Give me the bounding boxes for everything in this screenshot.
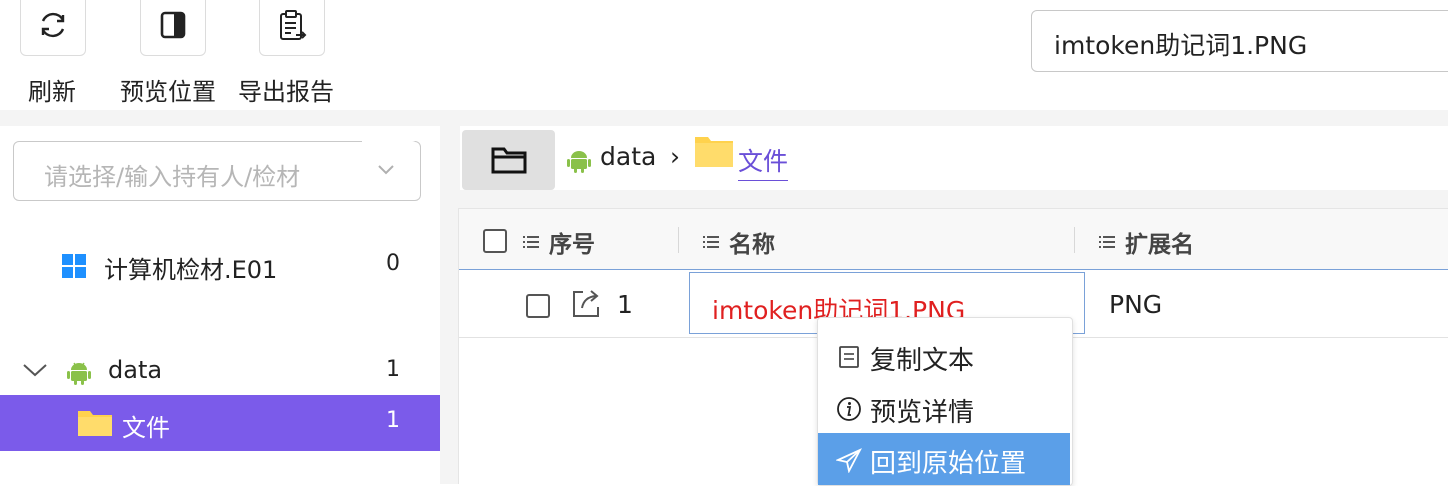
row-index: 1 xyxy=(617,290,633,319)
row-checkbox[interactable] xyxy=(526,294,550,318)
info-icon xyxy=(837,397,861,421)
export-report-label: 导出报告 xyxy=(238,78,334,106)
android-icon xyxy=(67,362,91,385)
owner-select[interactable]: 请选择/输入持有人/检材 xyxy=(13,141,421,201)
tree-item-files[interactable]: 文件 1 xyxy=(0,395,440,451)
tree-item-count: 1 xyxy=(386,408,400,433)
tree-item-label: data xyxy=(108,356,163,384)
folder-outline-icon xyxy=(491,147,526,174)
context-menu: 复制文本 预览详情 回到原始位置 xyxy=(817,317,1073,486)
android-icon xyxy=(567,151,591,173)
tree-item-data[interactable]: data 1 xyxy=(0,344,440,400)
tree-item-label: 文件 xyxy=(122,414,170,442)
column-header-index[interactable]: 序号 xyxy=(549,225,595,259)
column-list-icon xyxy=(703,236,719,248)
column-header-extension[interactable]: 扩展名 xyxy=(1125,225,1194,259)
breadcrumb-separator: › xyxy=(670,142,680,171)
search-input[interactable]: imtoken助记词1.PNG xyxy=(1031,10,1448,72)
clipboard-export-icon xyxy=(280,10,307,40)
refresh-button[interactable] xyxy=(20,0,86,56)
menu-item-copy-text[interactable]: 复制文本 xyxy=(818,330,1070,382)
preview-location-button[interactable] xyxy=(140,0,206,56)
column-header-name[interactable]: 名称 xyxy=(729,225,775,259)
select-all-checkbox[interactable] xyxy=(483,229,507,253)
refresh-icon xyxy=(41,12,65,38)
tree-item-count: 0 xyxy=(386,251,400,276)
tree-item-label: 计算机检材.E01 xyxy=(104,256,278,284)
menu-item-label: 预览详情 xyxy=(870,398,975,428)
preview-location-label: 预览位置 xyxy=(120,78,216,106)
menu-item-label: 回到原始位置 xyxy=(870,449,1027,479)
menu-item-return-to-original[interactable]: 回到原始位置 xyxy=(818,433,1070,485)
windows-icon xyxy=(62,254,86,278)
send-icon xyxy=(836,448,862,473)
row-extension: PNG xyxy=(1109,290,1163,319)
breadcrumb-current[interactable]: 文件 xyxy=(738,142,789,181)
export-report-button[interactable] xyxy=(259,0,325,56)
table-header: 序号 名称 扩展名 xyxy=(459,209,1448,270)
owner-select-arrow-area[interactable] xyxy=(362,141,418,199)
folder-icon xyxy=(78,411,112,436)
refresh-label: 刷新 xyxy=(28,78,76,106)
column-list-icon xyxy=(523,236,539,248)
folder-icon xyxy=(695,137,733,167)
column-list-icon xyxy=(1099,236,1115,248)
menu-item-preview-details[interactable]: 预览详情 xyxy=(818,382,1070,434)
tree-item-count: 1 xyxy=(386,357,400,382)
panel-layout-icon xyxy=(160,11,186,39)
folder-browse-button[interactable] xyxy=(462,130,555,190)
column-divider[interactable] xyxy=(678,227,679,253)
copy-text-icon xyxy=(839,346,859,368)
owner-select-placeholder: 请选择/输入持有人/检材 xyxy=(44,163,301,191)
menu-item-label: 复制文本 xyxy=(870,346,975,376)
tree-item-computer-evidence[interactable]: 计算机检材.E01 0 xyxy=(0,238,440,294)
open-external-icon[interactable] xyxy=(569,286,603,320)
search-input-value: imtoken助记词1.PNG xyxy=(1054,31,1308,60)
chevron-down-icon xyxy=(378,165,394,175)
column-divider[interactable] xyxy=(1074,227,1075,253)
chevron-down-icon[interactable] xyxy=(22,362,48,378)
divider-strip xyxy=(0,110,1448,126)
breadcrumb-root[interactable]: data xyxy=(600,142,656,171)
